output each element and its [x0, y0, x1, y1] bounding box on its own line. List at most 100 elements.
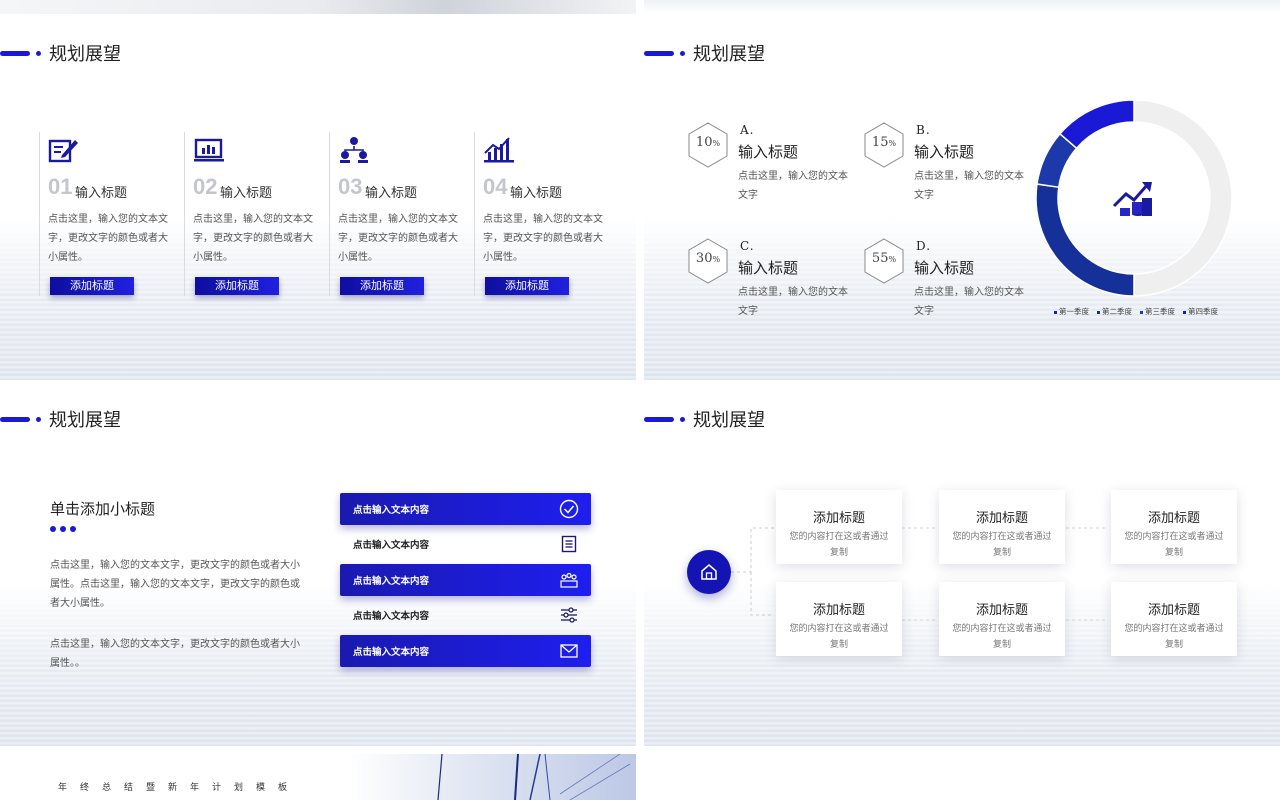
header-bar — [644, 50, 674, 56]
card-body: 您的内容打在这或者通过复制 — [952, 624, 1052, 650]
team-icon — [340, 137, 368, 163]
content-row-1[interactable]: 点击输入文本内容 — [340, 493, 591, 525]
legend-item: 第三季度 — [1140, 306, 1175, 317]
add-title-button[interactable]: 添加标题 — [195, 277, 279, 295]
donut-segment-4 — [1058, 99, 1135, 150]
card-body: 您的内容打在这或者通过复制 — [789, 532, 889, 558]
slide-title: 规划展望 — [49, 44, 121, 65]
column-title: 输入标题 — [510, 186, 563, 201]
percent-value: 15 — [871, 135, 889, 150]
donut-chart — [1035, 99, 1233, 297]
title-card-1[interactable]: 添加标题 您的内容打在这或者通过复制 — [776, 490, 902, 564]
content-row-2[interactable]: 点击输入文本内容 — [340, 528, 591, 560]
title-card-3[interactable]: 添加标题 您的内容打在这或者通过复制 — [1111, 490, 1237, 564]
add-title-button[interactable]: 添加标题 — [340, 277, 424, 295]
footer-slide: 年终总结暨新年计划模板 — [0, 754, 636, 800]
item-title: 输入标题 — [738, 143, 799, 161]
percent-value: 55 — [871, 251, 889, 266]
subtitle-dots — [50, 526, 76, 532]
slide-header: 规划展望 — [0, 40, 121, 66]
title-card-6[interactable]: 添加标题 您的内容打在这或者通过复制 — [1111, 582, 1237, 656]
card-body: 您的内容打在这或者通过复制 — [1124, 624, 1224, 650]
slide-4[interactable]: 规划展望 添加标题 您的内容打在这或者通过复制 添加标题 您的内容打在这或者通过… — [644, 380, 1280, 746]
growth-icon — [1112, 182, 1152, 216]
percent-unit: % — [888, 139, 897, 148]
column-body: 点击这里，输入您的文本文字，更改文字的颜色或者大小属性。 — [338, 214, 458, 263]
hexagon-badge: 10% — [686, 121, 730, 169]
top-strip-photo — [0, 0, 636, 14]
sliders-icon — [561, 607, 577, 623]
item-title: 输入标题 — [914, 143, 975, 161]
column-body: 点击这里，输入您的文本文字，更改文字的颜色或者大小属性。 — [483, 214, 603, 263]
item-letter: C. — [740, 239, 755, 253]
item-body: 点击这里，输入您的文本文字 — [914, 171, 1024, 201]
title-card-4[interactable]: 添加标题 您的内容打在这或者通过复制 — [776, 582, 902, 656]
column-3: 03 输入标题 点击这里，输入您的文本文字，更改文字的颜色或者大小属性。 添加标… — [329, 132, 469, 296]
row-text: 点击输入文本内容 — [353, 647, 430, 658]
sail-mast-graphic — [437, 754, 631, 800]
slide-3[interactable]: 规划展望 单击添加小标题 点击这里，输入您的文本文字，更改文字的颜色或者大小属性… — [0, 380, 636, 746]
item-body: 点击这里，输入您的文本文字 — [914, 287, 1024, 317]
percent-unit: % — [712, 255, 721, 264]
percent-unit: % — [712, 139, 721, 148]
item-letter: D. — [916, 239, 932, 253]
percent-item-d: 55% D. 输入标题 点击这里，输入您的文本文字 — [862, 237, 1032, 337]
percent-item-c: 30% C. 输入标题 点击这里，输入您的文本文字 — [686, 237, 856, 337]
hexagon-badge: 30% — [686, 237, 730, 285]
legend-swatch — [1140, 310, 1143, 314]
row-text: 点击输入文本内容 — [353, 611, 430, 622]
item-body: 点击这里，输入您的文本文字 — [738, 171, 848, 201]
legend-item: 第四季度 — [1183, 306, 1218, 317]
header-dot — [36, 416, 41, 422]
card-body: 您的内容打在这或者通过复制 — [952, 532, 1052, 558]
row-text: 点击输入文本内容 — [353, 576, 430, 587]
chart-legend: 第一季度 第二季度 第三季度 第四季度 — [1054, 306, 1218, 317]
column-title: 输入标题 — [220, 186, 273, 201]
card-title: 添加标题 — [812, 603, 865, 618]
card-body: 您的内容打在这或者通过复制 — [1124, 532, 1224, 558]
slide-header: 规划展望 — [644, 40, 765, 66]
content-row-4[interactable]: 点击输入文本内容 — [340, 599, 591, 631]
slide-header: 规划展望 — [0, 406, 121, 432]
home-icon — [701, 564, 717, 580]
percent-value: 30 — [695, 251, 713, 266]
add-title-button[interactable]: 添加标题 — [50, 277, 134, 295]
column-4: 04 输入标题 点击这里，输入您的文本文字，更改文字的颜色或者大小属性。 添加标… — [474, 132, 614, 296]
item-body: 点击这里，输入您的文本文字 — [738, 287, 848, 317]
top-strip-light — [644, 0, 1280, 14]
hexagon-badge: 15% — [862, 121, 906, 169]
column-title: 输入标题 — [75, 186, 128, 201]
header-dot — [36, 50, 41, 56]
mail-icon — [560, 644, 578, 658]
slide-2[interactable]: 规划展望 10% A. 输入标题 点击这里，输入您的文本文字 15% B. 输入… — [644, 14, 1280, 380]
column-2: 02 输入标题 点击这里，输入您的文本文字，更改文字的颜色或者大小属性。 添加标… — [184, 132, 324, 296]
paragraph-2: 点击这里，输入您的文本文字，更改文字的颜色或者大小属性。。 — [50, 639, 300, 669]
legend-item: 第二季度 — [1097, 306, 1132, 317]
legend-swatch — [1183, 310, 1186, 314]
column-body: 点击这里，输入您的文本文字，更改文字的颜色或者大小属性。 — [48, 214, 168, 263]
bar-chart-icon — [484, 137, 514, 163]
slide-1[interactable]: 规划展望 01 输入标题 点击这里，输入您的文本文字，更改文字的颜色或者大小属性… — [0, 14, 636, 380]
add-title-button[interactable]: 添加标题 — [485, 277, 569, 295]
subtitle: 单击添加小标题 — [50, 500, 156, 518]
home-button[interactable] — [687, 550, 731, 594]
content-row-3[interactable]: 点击输入文本内容 — [340, 564, 591, 596]
percent-value: 10 — [695, 135, 713, 150]
check-circle-icon — [559, 499, 579, 519]
item-letter: A. — [740, 123, 755, 137]
document-icon — [561, 535, 577, 553]
edit-icon — [48, 139, 78, 163]
header-bar — [0, 416, 30, 422]
percent-item-a: 10% A. 输入标题 点击这里，输入您的文本文字 — [686, 121, 856, 221]
title-card-2[interactable]: 添加标题 您的内容打在这或者通过复制 — [939, 490, 1065, 564]
content-row-5[interactable]: 点击输入文本内容 — [340, 635, 591, 667]
column-number: 01 — [48, 174, 73, 199]
item-title: 输入标题 — [914, 259, 975, 277]
title-card-5[interactable]: 添加标题 您的内容打在这或者通过复制 — [939, 582, 1065, 656]
column-body: 点击这里，输入您的文本文字，更改文字的颜色或者大小属性。 — [193, 214, 313, 263]
slide-title: 规划展望 — [49, 410, 121, 431]
paragraph-1: 点击这里，输入您的文本文字，更改文字的颜色或者大小属性。点击这里，输入您的文本文… — [50, 560, 300, 609]
row-text: 点击输入文本内容 — [353, 505, 430, 516]
chart-icon — [194, 138, 224, 162]
hexagon-badge: 55% — [862, 237, 906, 285]
